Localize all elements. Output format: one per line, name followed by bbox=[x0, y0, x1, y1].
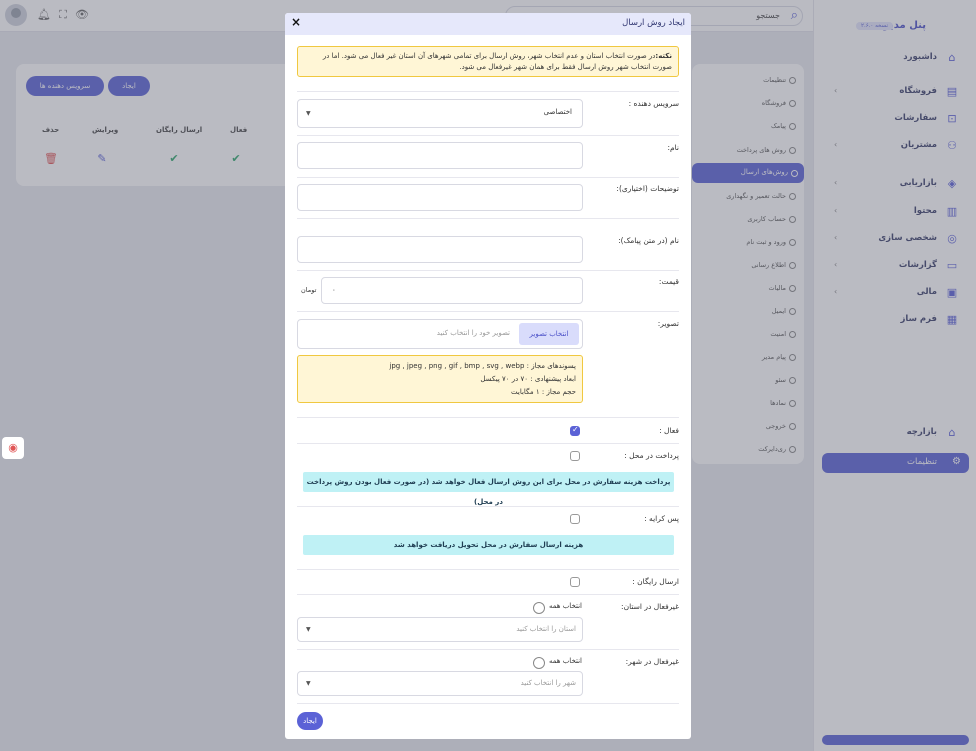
caret-down-icon: ▼ bbox=[306, 680, 311, 687]
divider bbox=[297, 135, 679, 136]
image-info-line: ابعاد پیشنهادی : ۷۰ در ۷۰ پیکسل bbox=[480, 375, 576, 383]
sms-name-input[interactable] bbox=[297, 236, 583, 263]
active-checkbox[interactable] bbox=[570, 425, 580, 436]
modal-title: ایجاد روش ارسال bbox=[622, 18, 685, 28]
divider bbox=[297, 218, 679, 219]
divider bbox=[297, 311, 679, 312]
image-info-line: حجم مجاز : ۱ مگابایت bbox=[511, 388, 576, 396]
province-select[interactable]: استان را انتخاب کنید ▼ bbox=[297, 617, 583, 642]
price-unit: تومان bbox=[301, 286, 317, 294]
divider bbox=[297, 270, 679, 271]
provider-value: اختصاصی bbox=[543, 108, 572, 116]
disabled-city-label: غیرفعال در شهر: bbox=[625, 657, 679, 666]
note-text: در صورت انتخاب استان و عدم انتخاب شهر، ر… bbox=[322, 52, 672, 71]
city-select[interactable]: شهر را انتخاب کنید ▼ bbox=[297, 671, 583, 696]
divider bbox=[297, 443, 679, 444]
image-info-box: پسوندهای مجاز : jpg , jpeg , png , gif ,… bbox=[297, 355, 583, 403]
provider-label: سرویس دهنده : bbox=[628, 99, 679, 108]
note-label: نکته: bbox=[655, 52, 672, 60]
divider bbox=[297, 506, 679, 507]
cod-info: پرداخت هزینه سفارش در محل برای این روش ا… bbox=[303, 472, 674, 506]
free-shipping-checkbox[interactable] bbox=[570, 577, 580, 587]
image-label: تصویر: bbox=[657, 319, 679, 328]
divider bbox=[297, 177, 679, 178]
select-all-city-toggle[interactable] bbox=[533, 657, 545, 669]
floating-widget-icon[interactable]: ◉ bbox=[2, 437, 24, 459]
select-all-province-toggle[interactable] bbox=[533, 602, 545, 614]
image-info-line: پسوندهای مجاز : jpg , jpeg , png , gif ,… bbox=[389, 362, 576, 370]
modal-header: ایجاد روش ارسال × bbox=[285, 13, 691, 35]
caret-down-icon: ▼ bbox=[306, 626, 311, 633]
close-icon[interactable]: × bbox=[291, 15, 301, 29]
select-all-label: انتخاب همه bbox=[549, 657, 582, 665]
name-label: نام: bbox=[667, 143, 679, 152]
active-label: فعال : bbox=[659, 426, 679, 435]
image-placeholder: تصویر خود را انتخاب کنید bbox=[436, 329, 510, 337]
free-shipping-label: ارسال رایگان : bbox=[632, 577, 679, 586]
city-placeholder: شهر را انتخاب کنید bbox=[520, 679, 576, 687]
select-image-button[interactable]: انتخاب تصویر bbox=[519, 323, 579, 345]
price-label: قیمت: bbox=[658, 277, 679, 286]
price-value: ۰ bbox=[332, 286, 336, 294]
select-all-label: انتخاب همه bbox=[549, 602, 582, 610]
provider-select[interactable]: اختصاصی ▼ bbox=[297, 99, 583, 128]
name-input[interactable] bbox=[297, 142, 583, 169]
divider bbox=[297, 703, 679, 704]
province-placeholder: استان را انتخاب کنید bbox=[516, 625, 576, 633]
divider bbox=[297, 91, 679, 92]
divider bbox=[297, 417, 679, 418]
divider bbox=[297, 594, 679, 595]
sms-name-label: نام (در متن پیامک): bbox=[618, 236, 679, 245]
description-input[interactable] bbox=[297, 184, 583, 211]
divider bbox=[297, 569, 679, 570]
create-shipping-method-modal: ایجاد روش ارسال × نکته:در صورت انتخاب اس… bbox=[285, 13, 691, 739]
description-label: توضیحات (اختیاری): bbox=[616, 184, 679, 193]
submit-button[interactable]: ایجاد bbox=[297, 712, 323, 730]
divider bbox=[297, 649, 679, 650]
postpaid-info: هزینه ارسال سفارش در محل تحویل دریافت خو… bbox=[303, 535, 674, 555]
note-box: نکته:در صورت انتخاب استان و عدم انتخاب ش… bbox=[297, 46, 679, 77]
image-picker: انتخاب تصویر تصویر خود را انتخاب کنید bbox=[297, 319, 583, 349]
disabled-province-label: غیرفعال در استان: bbox=[621, 602, 679, 611]
cod-label: پرداخت در محل : bbox=[624, 451, 679, 460]
cod-checkbox[interactable] bbox=[570, 451, 580, 461]
caret-down-icon: ▼ bbox=[306, 110, 311, 117]
postpaid-checkbox[interactable] bbox=[570, 514, 580, 524]
postpaid-label: پس کرایه : bbox=[644, 514, 679, 523]
price-input[interactable]: ۰ bbox=[321, 277, 583, 304]
